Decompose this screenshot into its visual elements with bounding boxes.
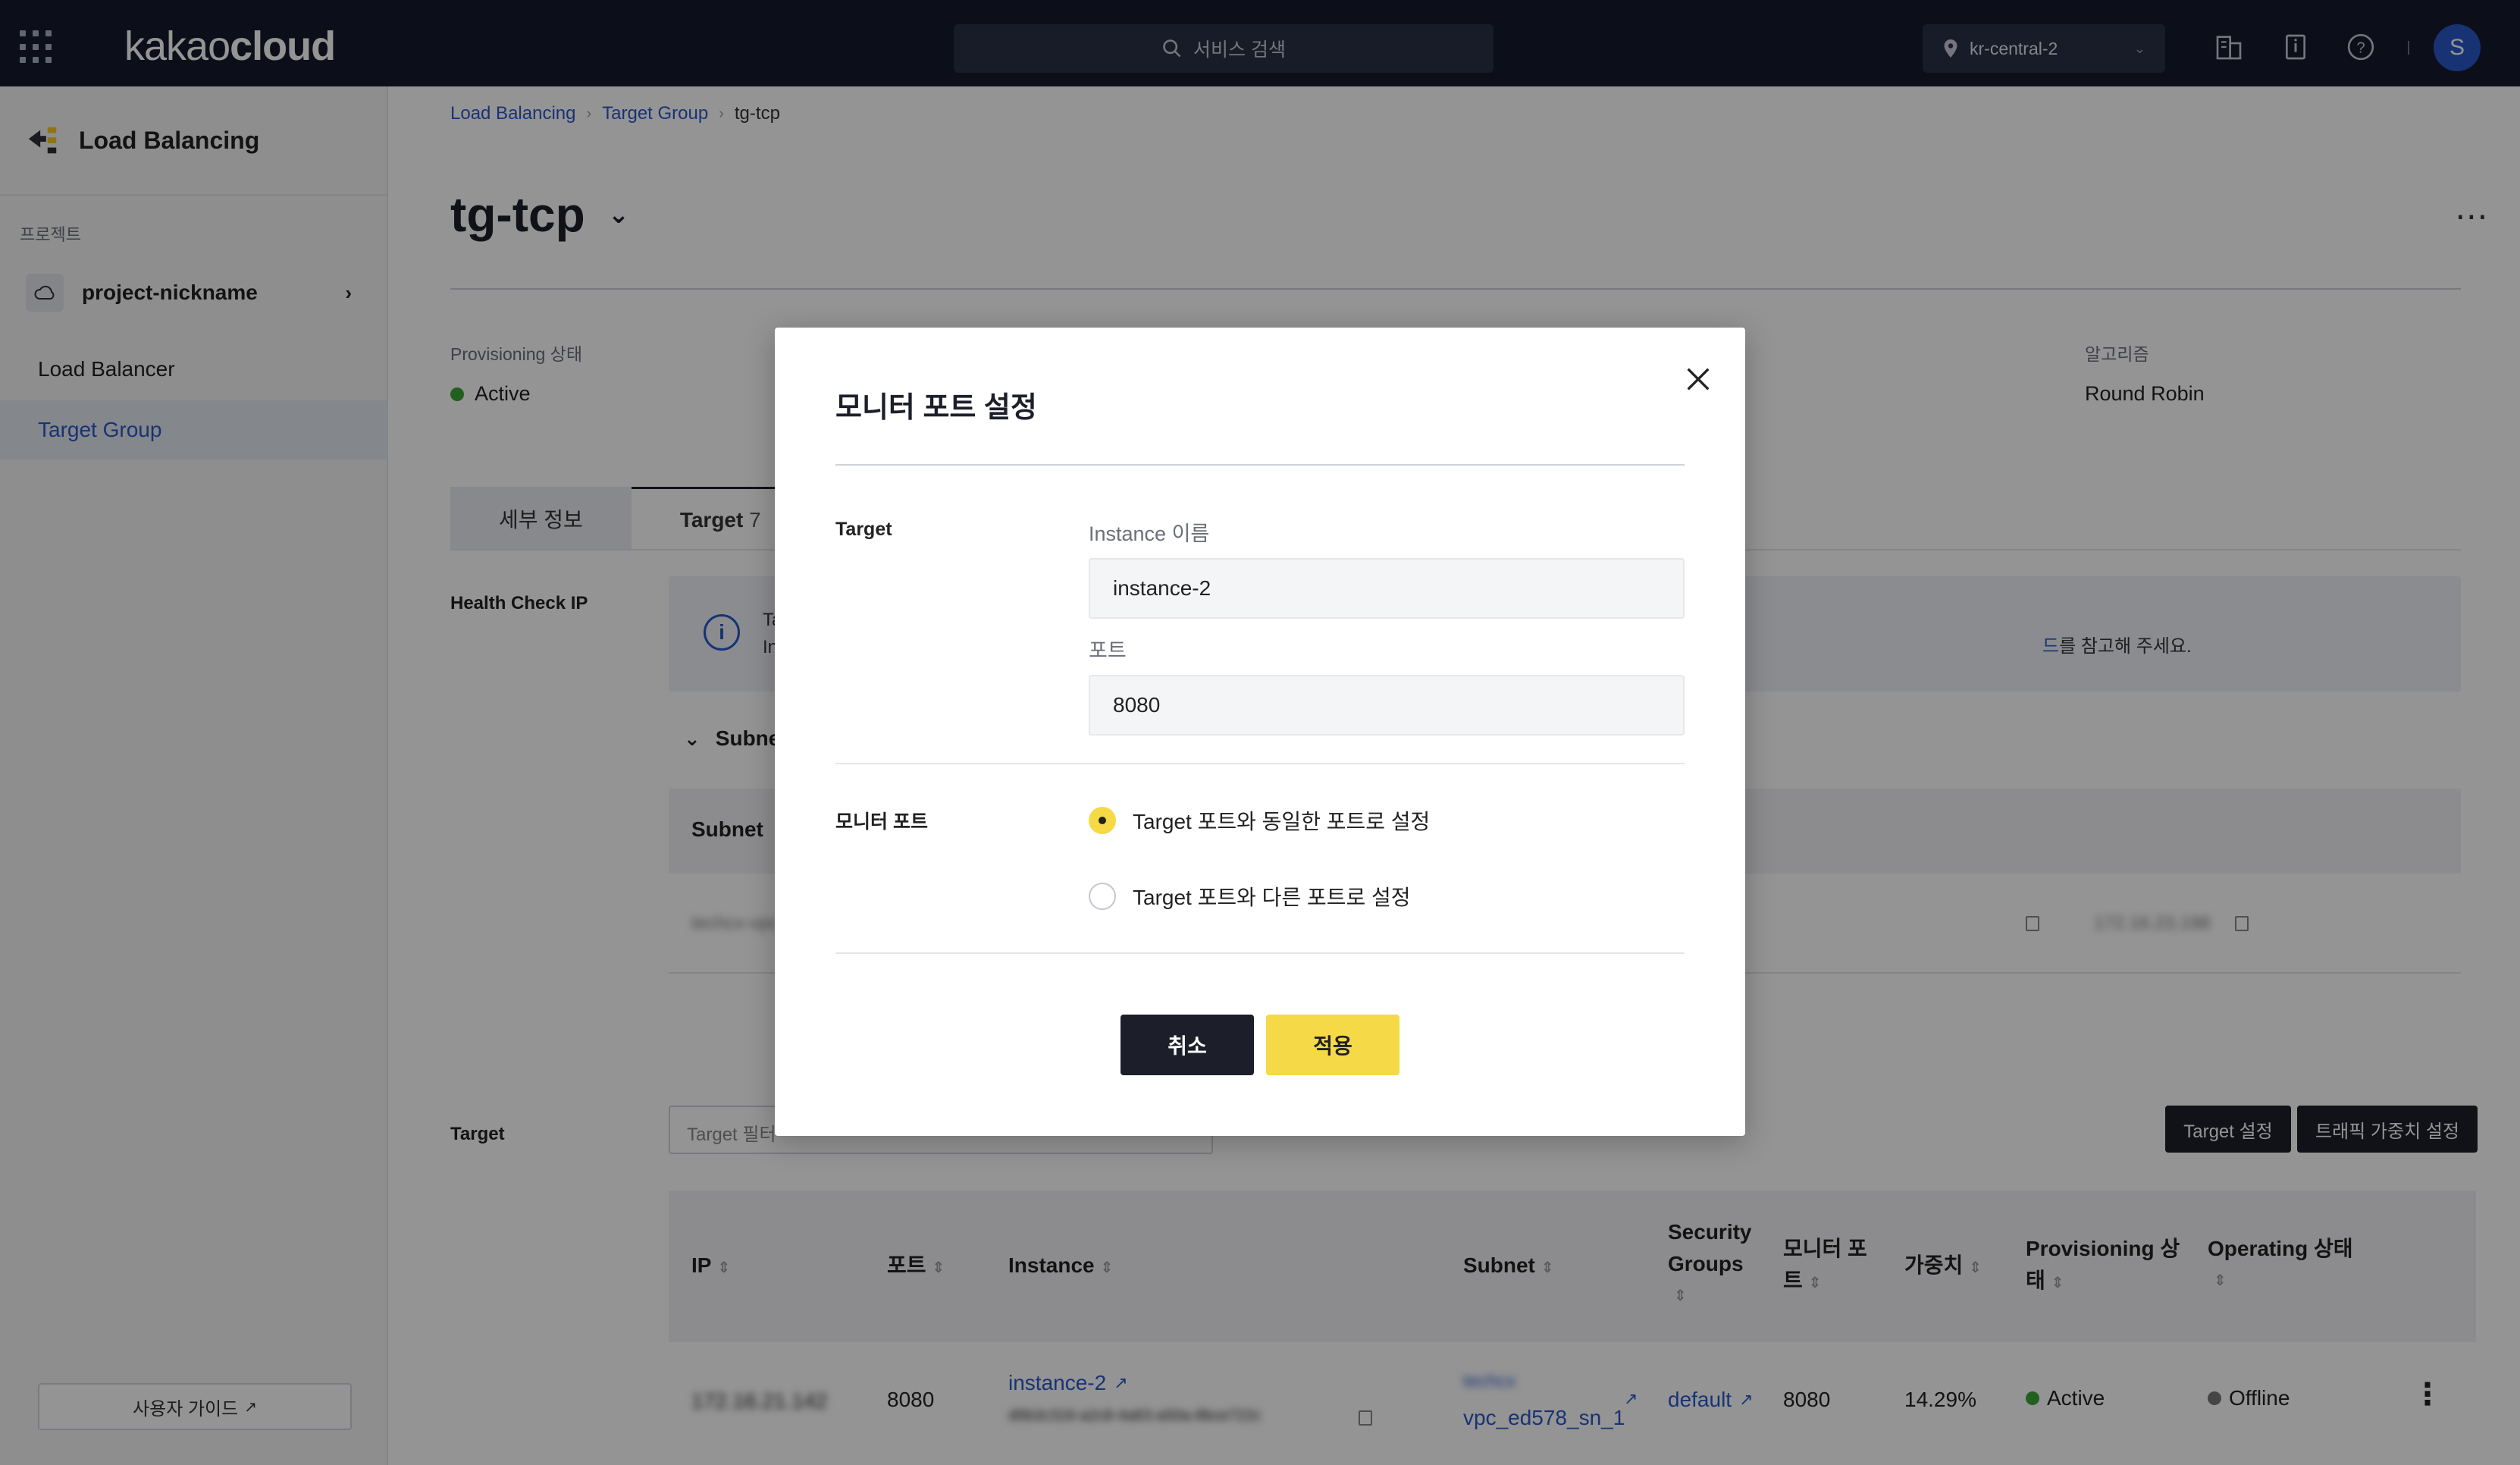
close-icon[interactable] bbox=[1682, 364, 1715, 397]
apply-button[interactable]: 적용 bbox=[1266, 1015, 1399, 1075]
target-label: Target bbox=[835, 519, 892, 540]
radio-different-port[interactable]: Target 포트와 다른 포트로 설정 bbox=[1089, 881, 1411, 911]
monitor-port-modal: 모니터 포트 설정 Target Instance 이름 instance-2 … bbox=[775, 328, 1745, 1136]
cancel-button[interactable]: 취소 bbox=[1121, 1015, 1254, 1075]
instance-name-label: Instance 이름 bbox=[1089, 522, 1210, 545]
monitor-port-label: 모니터 포트 bbox=[835, 811, 928, 833]
divider bbox=[835, 464, 1685, 466]
instance-name-field: instance-2 bbox=[1089, 558, 1685, 619]
divider bbox=[835, 763, 1685, 764]
modal-title: 모니터 포트 설정 bbox=[835, 392, 1037, 424]
radio-same-port-label: Target 포트와 동일한 포트로 설정 bbox=[1133, 810, 1431, 833]
radio-same-port[interactable]: Target 포트와 동일한 포트로 설정 bbox=[1089, 805, 1430, 836]
radio-different-port-label: Target 포트와 다른 포트로 설정 bbox=[1133, 886, 1411, 909]
radio-button[interactable] bbox=[1089, 883, 1116, 910]
radio-button-selected[interactable] bbox=[1089, 807, 1116, 834]
port-field: 8080 bbox=[1089, 675, 1685, 736]
divider bbox=[835, 952, 1685, 954]
port-label: 포트 bbox=[1089, 639, 1127, 662]
